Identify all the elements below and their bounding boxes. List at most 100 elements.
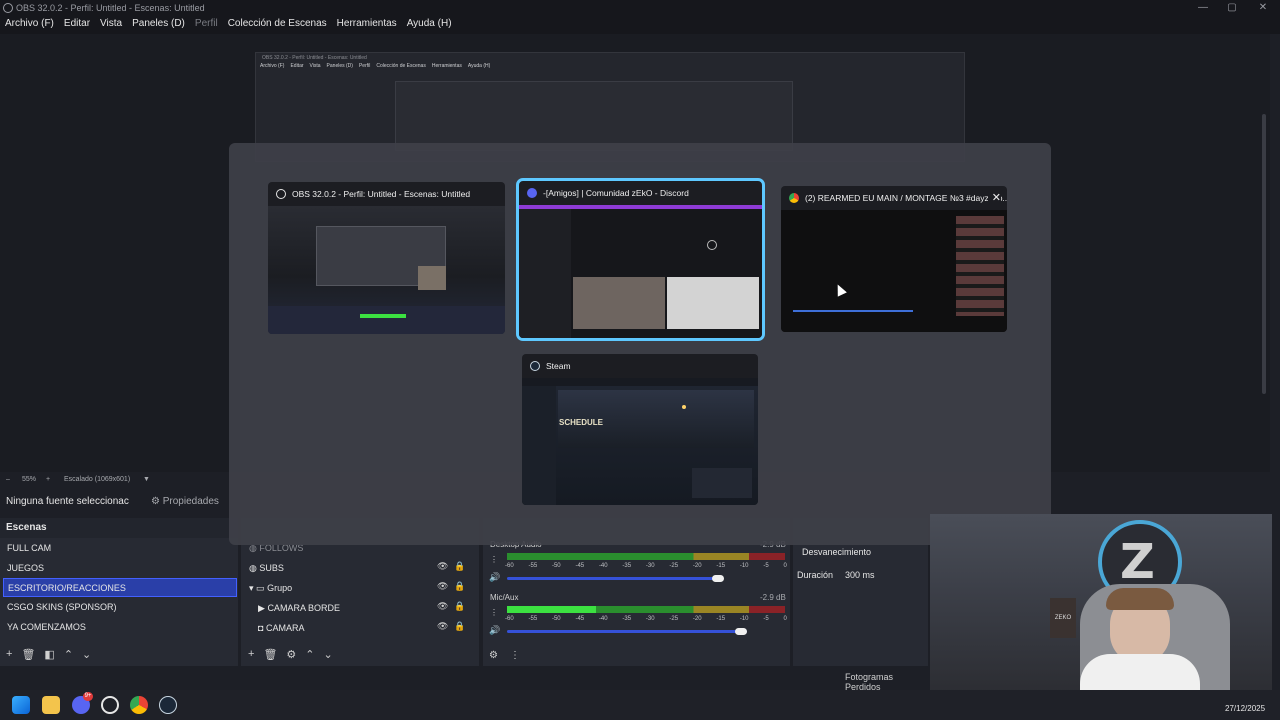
source-settings-gear-icon[interactable]: ⚙ [286, 648, 296, 662]
volume-slider-handle[interactable] [734, 628, 747, 635]
visibility-lock-icons[interactable]: 👁🔒 [437, 601, 472, 612]
menu-archivo[interactable]: Archivo (F) [5, 16, 54, 34]
advanced-audio-icon[interactable]: ⚙ [489, 650, 498, 661]
windows-start-icon[interactable] [12, 696, 30, 714]
meter-tick-label: -60 [505, 563, 514, 569]
nested-menu-item: Editar [290, 63, 304, 69]
zoom-out-button[interactable]: – [6, 472, 10, 488]
menu-ayuda[interactable]: Ayuda (H) [407, 16, 452, 34]
zoom-in-button[interactable]: + [46, 472, 50, 488]
speaker-icon[interactable]: 🔊 [489, 625, 500, 636]
scene-item-full-cam[interactable]: FULL CAM [3, 539, 237, 558]
scenes-toolbar: + 🗑 ◧ ⌃ ⌄ [6, 648, 106, 662]
source-camara[interactable]: ◘ CAMARA [258, 621, 304, 635]
close-button[interactable]: ✕ [1246, 0, 1280, 16]
switcher-window-discord[interactable]: -[Amigos] | Comunidad zEkO - Discord [516, 178, 765, 341]
volume-slider[interactable] [507, 577, 723, 580]
maximize-button[interactable]: ▢ [1215, 0, 1249, 16]
scene-item-escritorio-reacciones[interactable]: ESCRITORIO/REACCIONES [3, 578, 237, 597]
move-up-icon[interactable]: ⌃ [64, 648, 73, 662]
mixer-menu-icon[interactable]: ⋮ [510, 650, 520, 661]
visibility-lock-icons[interactable]: 👁🔒 [437, 561, 472, 572]
visibility-lock-icons[interactable]: 👁🔒 [437, 621, 472, 632]
remove-source-icon[interactable]: 🗑 [263, 648, 277, 662]
add-scene-icon[interactable]: + [6, 648, 12, 662]
window-switcher-overlay: OBS 32.0.2 - Perfil: Untitled - Escenas:… [229, 143, 1051, 545]
properties-button[interactable]: ⚙ Propiedades [145, 494, 225, 510]
title-bar: OBS 32.0.2 - Perfil: Untitled - Escenas:… [0, 0, 1280, 16]
menu-editar[interactable]: Editar [64, 16, 90, 34]
meter-tick-label: -10 [739, 563, 749, 569]
switcher-window-steam[interactable]: Steam SCHEDULE [522, 354, 758, 505]
nested-menu-item: Colección de Escenas [376, 63, 426, 69]
channel-menu-icon[interactable]: ⋮ [490, 608, 498, 617]
meter-scale: -60 -55 -50 -45 -40 -35 -30 -25 -20 -15 -10 -5 0 [505, 616, 787, 622]
scale-dropdown-chevron-icon[interactable]: ▼ [143, 472, 150, 488]
switcher-window-title: OBS 32.0.2 - Perfil: Untitled - Escenas:… [292, 189, 471, 199]
volume-slider[interactable] [507, 630, 747, 633]
volume-slider-handle[interactable] [712, 575, 725, 582]
meter-tick-label: 0 [783, 563, 787, 569]
properties-label: Propiedades [162, 496, 219, 507]
camera-icon: ◘ [258, 623, 264, 633]
obs-icon[interactable] [101, 696, 119, 714]
source-camara-borde[interactable]: ▶ CAMARA BORDE [258, 601, 340, 615]
switcher-window-chrome[interactable]: (2) REARMED EU MAIN / MONTAGE №3 #dayzpv… [781, 186, 1007, 332]
speaker-icon[interactable]: 🔊 [489, 572, 500, 583]
visibility-lock-icons[interactable]: 👁🔒 [437, 581, 472, 592]
webcam-overlay: Z ZEKO [930, 514, 1272, 706]
audio-meter-level [507, 606, 596, 613]
filter-scene-icon[interactable]: ◧ [44, 648, 54, 662]
menu-vista[interactable]: Vista [100, 16, 122, 34]
steam-icon[interactable] [159, 696, 177, 714]
scene-item-csgo-skins[interactable]: CSGO SKINS (SPONSOR) [3, 598, 237, 617]
file-explorer-icon[interactable] [42, 696, 60, 714]
meter-tick-label: -5 [763, 563, 769, 569]
nested-menu-item: Ayuda (H) [467, 63, 491, 69]
switcher-window-header: Steam [522, 354, 758, 378]
audio-meter [507, 553, 785, 560]
mixer-channel-name: Mic/Aux [490, 593, 519, 602]
sources-toolbar: + 🗑 ⚙ ⌃ ⌄ [248, 648, 348, 662]
menu-herramientas[interactable]: Herramientas [337, 16, 397, 34]
switcher-window-header: -[Amigos] | Comunidad zEkO - Discord [519, 181, 762, 205]
meter-tick-label: -25 [669, 563, 679, 569]
chrome-icon[interactable] [130, 696, 148, 714]
meter-tick-label: -30 [645, 616, 655, 622]
scene-item-ya-comenzamos[interactable]: YA COMENZAMOS [3, 618, 237, 637]
meter-tick-label: -10 [739, 616, 749, 622]
source-grupo[interactable]: ▾ ▭ Grupo [249, 581, 292, 595]
menu-perfil[interactable]: Perfil [195, 16, 218, 34]
transition-type-select[interactable]: Desvanecimiento [797, 543, 927, 561]
discord-icon [527, 188, 537, 198]
remove-scene-icon[interactable]: 🗑 [21, 648, 35, 662]
source-subs[interactable]: ◍ SUBS [249, 561, 284, 575]
nested-preview-recursion [395, 81, 793, 151]
zoom-percent: 55% [22, 476, 37, 483]
meter-tick-label: -15 [716, 616, 726, 622]
source-label: Grupo [267, 583, 293, 593]
meter-tick-label: -25 [669, 616, 679, 622]
chevron-down-icon[interactable]: ▾ [249, 583, 254, 593]
meter-tick-label: -35 [622, 616, 632, 622]
add-source-icon[interactable]: + [248, 648, 254, 662]
preview-scrollbar[interactable] [1262, 114, 1266, 394]
meter-scale: -60 -55 -50 -45 -40 -35 -30 -25 -20 -15 -10 -5 0 [505, 563, 787, 569]
menu-coleccion-escenas[interactable]: Colección de Escenas [228, 16, 327, 34]
scene-item-juegos[interactable]: JUEGOS [3, 559, 237, 578]
scale-mode-label[interactable]: Escalado (1069x601) [64, 472, 130, 488]
chrome-icon [789, 193, 799, 203]
close-window-icon[interactable]: ✕ [987, 186, 1001, 210]
duration-label: Duración [797, 570, 834, 580]
move-up-icon[interactable]: ⌃ [305, 648, 314, 662]
switcher-window-obs[interactable]: OBS 32.0.2 - Perfil: Untitled - Escenas:… [268, 182, 505, 334]
nested-menu-bar: Archivo (F) Editar Vista Paneles (D) Per… [256, 63, 964, 69]
move-down-icon[interactable]: ⌄ [324, 648, 333, 662]
taskbar-date: 27/12/2025 [1225, 704, 1266, 713]
audio-meter [507, 606, 785, 613]
globe-icon: ◍ [249, 563, 257, 573]
channel-menu-icon[interactable]: ⋮ [490, 555, 498, 564]
move-down-icon[interactable]: ⌄ [82, 648, 91, 662]
duration-input[interactable]: 300 ms [840, 566, 928, 584]
menu-paneles[interactable]: Paneles (D) [132, 16, 185, 34]
